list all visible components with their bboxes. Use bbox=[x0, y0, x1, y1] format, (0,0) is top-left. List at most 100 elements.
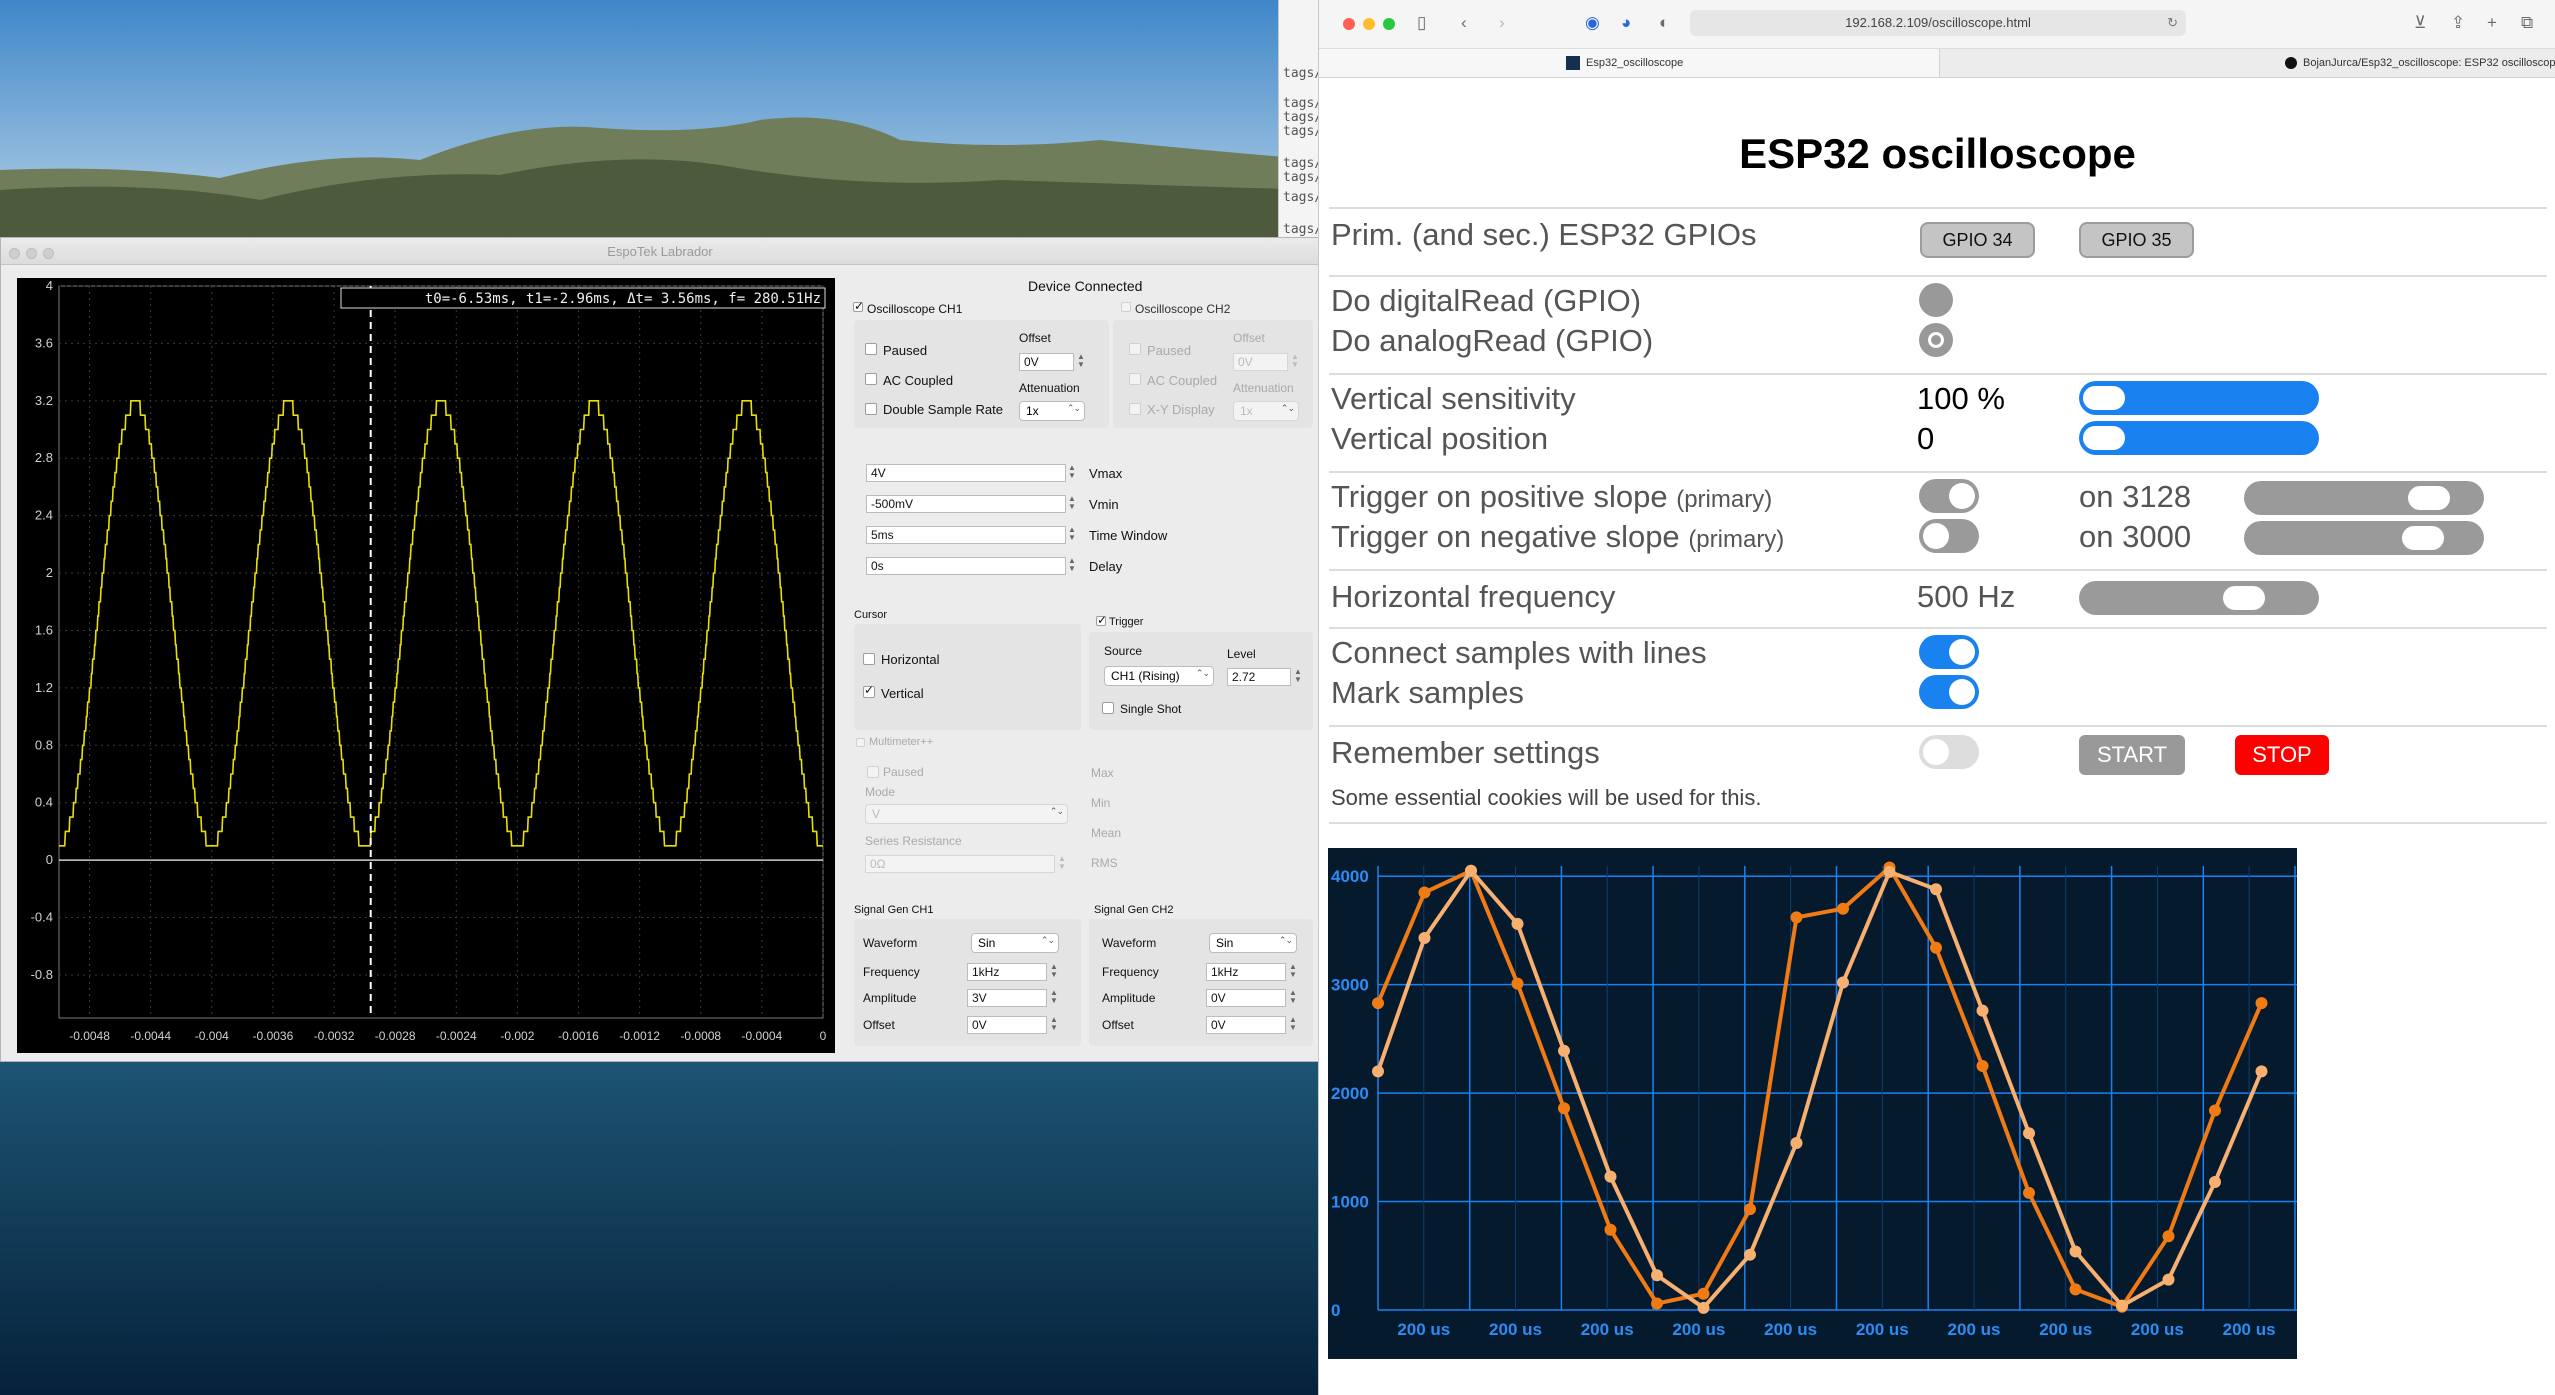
safari-window: ▯ ‹ › ◉ ◕ ◐ 192.168.2.109/oscilloscope.h… bbox=[1318, 0, 2555, 1395]
ch1-offset-input[interactable]: 0V bbox=[1019, 353, 1074, 371]
oscilloscope-plot[interactable]: 4 3.6 3.2 2.8 2.4 2 1.6 1.2 0.8 0.4 0 -0.4 -0.8 -0.00… bbox=[17, 278, 835, 1053]
multimeter-enable-checkbox[interactable] bbox=[856, 738, 865, 747]
ch1-offset-stepper[interactable]: ▲ ▼ bbox=[1076, 353, 1086, 371]
stop-button[interactable]: STOP bbox=[2235, 735, 2329, 775]
start-button[interactable]: START bbox=[2079, 735, 2185, 775]
analog-read-radio[interactable] bbox=[1919, 323, 1953, 357]
y-tick-label: 0 bbox=[1331, 1301, 1340, 1320]
new-tab-icon[interactable]: + bbox=[2487, 13, 2497, 33]
sample-point bbox=[2209, 1104, 2221, 1117]
ch2-enable-checkbox[interactable] bbox=[1121, 302, 1131, 312]
tab-github-repo[interactable]: BojanJurca/Esp32_oscilloscope: ESP32 osc… bbox=[1940, 49, 2555, 77]
trigger-negative-slider[interactable] bbox=[2244, 521, 2484, 555]
x-tick-label: 200 us bbox=[1581, 1320, 1634, 1339]
siggen1-offset-input[interactable]: 0V bbox=[967, 1016, 1047, 1034]
share-icon[interactable]: ⇪ bbox=[2451, 13, 2465, 33]
single-shot-checkbox[interactable] bbox=[1102, 702, 1114, 714]
zoom-window-icon[interactable] bbox=[1383, 18, 1395, 30]
siggen1-amplitude-stepper[interactable]: ▲ ▼ bbox=[1049, 989, 1059, 1007]
trigger-positive-toggle[interactable] bbox=[1919, 479, 1979, 513]
ch2-offset-stepper[interactable]: ▲ ▼ bbox=[1290, 353, 1300, 371]
trigger-source-select[interactable]: CH1 (Rising) bbox=[1104, 666, 1214, 686]
password-extension-icon[interactable]: ◉ bbox=[1585, 13, 1600, 33]
siggen2-offset-stepper[interactable]: ▲ ▼ bbox=[1288, 1016, 1298, 1034]
remember-row: Remember settings START STOP Some essent… bbox=[1329, 725, 2547, 824]
vertical-sensitivity-slider[interactable] bbox=[2079, 381, 2319, 415]
close-window-icon[interactable] bbox=[1343, 18, 1355, 30]
terminal-window[interactable]: tags/ tags/ tags/ tags/ tags/ tags/ tags… bbox=[1278, 0, 1323, 238]
time-window-stepper[interactable]: ▲ ▼ bbox=[1067, 526, 1077, 544]
cursor-horizontal-checkbox[interactable] bbox=[863, 653, 875, 665]
siggen2-amplitude-stepper[interactable]: ▲ ▼ bbox=[1288, 989, 1298, 1007]
vmin-input[interactable]: -500mV bbox=[866, 495, 1066, 513]
ch1-ac-coupled-checkbox[interactable] bbox=[865, 373, 877, 385]
tab-esp32-oscilloscope[interactable]: Esp32_oscilloscope bbox=[1319, 49, 1940, 77]
slider-thumb[interactable] bbox=[2223, 586, 2265, 610]
browser-extension-icon[interactable]: ◕ bbox=[1621, 13, 1631, 33]
back-icon[interactable]: ‹ bbox=[1461, 13, 1467, 33]
siggen2-offset-input[interactable]: 0V bbox=[1206, 1016, 1286, 1034]
vmax-input[interactable]: 4V bbox=[866, 464, 1066, 482]
tab-overview-icon[interactable]: ⧉ bbox=[2521, 13, 2533, 33]
horizontal-frequency-slider[interactable] bbox=[2079, 581, 2319, 615]
esp32-signal-chart[interactable]: 4000 3000 2000 1000 0 200 us 200 us 200 us 200 u… bbox=[1328, 848, 2297, 1359]
siggen1-amplitude-input[interactable]: 3V bbox=[967, 989, 1047, 1007]
address-bar[interactable]: 192.168.2.109/oscilloscope.html ↻ bbox=[1690, 10, 2186, 36]
gpio-34-button[interactable]: GPIO 34 bbox=[1920, 222, 2035, 258]
gpio-35-button[interactable]: GPIO 35 bbox=[2079, 222, 2194, 258]
series-resistance-input[interactable]: 0Ω bbox=[865, 855, 1055, 873]
trigger-level-input[interactable]: 2.72 bbox=[1227, 668, 1291, 686]
trigger-enable-checkbox[interactable] bbox=[1096, 613, 1107, 627]
downloads-icon[interactable]: ⊻ bbox=[2414, 13, 2426, 33]
sidebar-icon[interactable]: ▯ bbox=[1417, 13, 1426, 33]
remember-settings-toggle[interactable] bbox=[1919, 735, 1979, 769]
siggen1-waveform-select[interactable]: Sin bbox=[971, 933, 1059, 953]
trigger-positive-slider[interactable] bbox=[2244, 481, 2484, 515]
multimeter-mode-select[interactable]: V bbox=[865, 804, 1068, 824]
siggen2-amplitude-input[interactable]: 0V bbox=[1206, 989, 1286, 1007]
digital-read-radio[interactable] bbox=[1919, 283, 1953, 317]
ch1-double-sample-rate-checkbox[interactable] bbox=[865, 403, 877, 415]
siggen1-offset-stepper[interactable]: ▲ ▼ bbox=[1049, 1016, 1059, 1034]
oscilloscope-display[interactable]: 4 3.6 3.2 2.8 2.4 2 1.6 1.2 0.8 0.4 0 -0.4 -0.8 -0.00… bbox=[17, 278, 835, 1053]
vmin-stepper[interactable]: ▲ ▼ bbox=[1067, 495, 1077, 513]
slider-thumb[interactable] bbox=[2408, 486, 2450, 510]
siggen2-frequency-stepper[interactable]: ▲ ▼ bbox=[1288, 963, 1298, 981]
gpio-row: Prim. (and sec.) ESP32 GPIOs GPIO 34 GPI… bbox=[1329, 207, 2547, 279]
siggen2-frequency-input[interactable]: 1kHz bbox=[1206, 963, 1286, 981]
esp32-chart-svg[interactable]: 4000 3000 2000 1000 0 200 us 200 us 200 us 200 u… bbox=[1328, 848, 2297, 1359]
vertical-position-value: 0 bbox=[1917, 421, 1935, 456]
time-window-input[interactable]: 5ms bbox=[866, 526, 1066, 544]
ch1-paused-checkbox[interactable] bbox=[865, 343, 877, 355]
series-resistance-stepper[interactable]: ▲ ▼ bbox=[1057, 855, 1067, 873]
trigger-negative-toggle[interactable] bbox=[1919, 519, 1979, 553]
slider-thumb[interactable] bbox=[2083, 386, 2125, 410]
minimize-window-icon[interactable] bbox=[1363, 18, 1375, 30]
slider-thumb[interactable] bbox=[2083, 426, 2125, 450]
siggen1-frequency-input[interactable]: 1kHz bbox=[967, 963, 1047, 981]
siggen1-frequency-stepper[interactable]: ▲ ▼ bbox=[1049, 963, 1059, 981]
ch1-enable-checkbox[interactable] bbox=[853, 299, 864, 313]
ch1-attenuation-select[interactable]: 1x bbox=[1019, 401, 1085, 421]
delay-input[interactable]: 0s bbox=[866, 557, 1066, 575]
delay-stepper[interactable]: ▲ ▼ bbox=[1067, 557, 1077, 575]
reload-icon[interactable]: ↻ bbox=[2167, 10, 2178, 36]
ch2-offset-input[interactable]: 0V bbox=[1233, 353, 1288, 371]
ch2-attenuation-select[interactable]: 1x bbox=[1233, 401, 1299, 421]
ch2-paused-checkbox[interactable] bbox=[1129, 343, 1141, 355]
slider-thumb[interactable] bbox=[2402, 526, 2444, 550]
vertical-position-slider[interactable] bbox=[2079, 421, 2319, 455]
y-tick-label: 3.6 bbox=[35, 335, 53, 350]
privacy-shield-icon[interactable]: ◐ bbox=[1659, 13, 1669, 33]
ch2-ac-coupled-checkbox[interactable] bbox=[1129, 373, 1141, 385]
trigger-level-stepper[interactable]: ▲ ▼ bbox=[1293, 668, 1303, 686]
siggen2-waveform-select[interactable]: Sin bbox=[1209, 933, 1297, 953]
cursor-vertical-checkbox[interactable] bbox=[863, 683, 875, 698]
vmax-stepper[interactable]: ▲ ▼ bbox=[1067, 464, 1077, 482]
connect-samples-toggle[interactable] bbox=[1919, 635, 1979, 669]
multimeter-paused-checkbox[interactable] bbox=[867, 766, 879, 778]
ch2-xy-display-checkbox[interactable] bbox=[1129, 403, 1141, 415]
forward-icon[interactable]: › bbox=[1499, 13, 1505, 33]
mark-samples-toggle[interactable] bbox=[1919, 675, 1979, 709]
labrador-titlebar[interactable]: EspoTek Labrador bbox=[1, 238, 1319, 265]
